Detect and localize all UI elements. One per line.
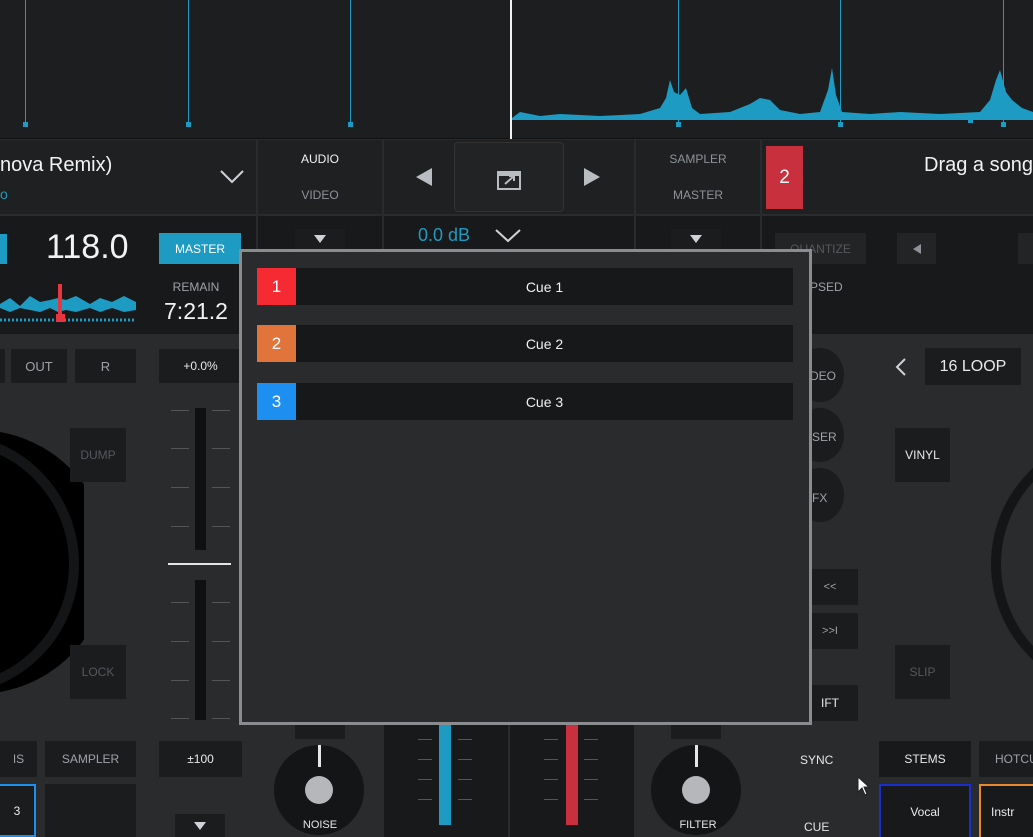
mouse-cursor-icon bbox=[857, 776, 871, 796]
prev-arrow-icon[interactable] bbox=[416, 168, 432, 186]
cue-label: Cue 3 bbox=[525, 393, 564, 410]
triangle-down-icon bbox=[194, 821, 206, 830]
channel-2-fader[interactable] bbox=[510, 725, 634, 837]
out-button[interactable]: OUT bbox=[11, 349, 67, 383]
next-arrow-icon[interactable] bbox=[584, 168, 600, 186]
triangle-down-icon bbox=[690, 235, 702, 243]
sampler-button[interactable]: SAMPLER bbox=[45, 741, 136, 777]
center-transport bbox=[384, 140, 634, 214]
deck-right-header: 2 Drag a song bbox=[762, 140, 1033, 214]
video-circle-label: DEO bbox=[810, 369, 837, 383]
audio-tab[interactable]: AUDIO bbox=[258, 152, 382, 166]
channel-1-fader[interactable] bbox=[384, 725, 508, 837]
cue-number-badge: 1 bbox=[257, 268, 296, 305]
bottom-left-collapse[interactable] bbox=[175, 814, 225, 837]
cue-number-badge: 2 bbox=[257, 325, 296, 362]
pad-4[interactable] bbox=[45, 784, 136, 837]
in-button[interactable] bbox=[0, 349, 5, 383]
remain-time: 7:21.2 bbox=[164, 298, 228, 324]
deck-left-info: 118.0 MASTER REMAIN 7:21.2 bbox=[0, 216, 256, 334]
next-button[interactable] bbox=[1018, 233, 1033, 264]
filter-label: FILTER bbox=[679, 819, 717, 831]
channel-1-level bbox=[439, 725, 451, 825]
cue-row[interactable]: 3 Cue 3 bbox=[257, 383, 793, 420]
stem-pad-instrumental[interactable]: Instr bbox=[979, 784, 1033, 837]
sync-button[interactable]: SYNC bbox=[800, 753, 833, 767]
playhead[interactable] bbox=[510, 0, 512, 139]
pitch-fader-handle[interactable] bbox=[168, 563, 231, 565]
window-swap-icon bbox=[497, 171, 521, 190]
noise-label: NOISE bbox=[302, 819, 338, 831]
hotcue-tab[interactable]: HOTCU bbox=[979, 741, 1033, 777]
remain-label: REMAIN bbox=[172, 280, 220, 294]
waveform-shape bbox=[512, 68, 1033, 120]
cue-label: Cue 2 bbox=[525, 335, 564, 352]
pitch-range-button[interactable]: ±100 bbox=[159, 741, 242, 777]
gain-strip: 0.0 dB bbox=[384, 216, 634, 249]
bpm-display: 118.0 bbox=[46, 228, 129, 266]
collapse-left-button[interactable] bbox=[295, 229, 345, 249]
filter-section: FILTER bbox=[636, 725, 760, 837]
chevron-down-icon[interactable] bbox=[220, 170, 244, 184]
master-button[interactable]: MASTER bbox=[159, 233, 241, 264]
cue-label: Cue 1 bbox=[525, 278, 564, 295]
chevron-left-icon[interactable] bbox=[895, 358, 907, 376]
channel-2-level bbox=[566, 725, 578, 825]
noise-section: NOISE bbox=[258, 725, 382, 837]
loop-size-button[interactable]: 16 LOOP bbox=[925, 348, 1021, 385]
dump-button[interactable]: DUMP bbox=[70, 428, 126, 482]
swap-window-button[interactable] bbox=[454, 142, 564, 212]
track-artist: o bbox=[0, 186, 8, 202]
noise-collapse-button[interactable] bbox=[295, 725, 345, 739]
cue-number-badge: 3 bbox=[257, 383, 296, 420]
triangle-left-icon bbox=[912, 243, 921, 254]
fx-circle-label: FX bbox=[812, 491, 828, 505]
stems-button[interactable]: IS bbox=[0, 741, 37, 777]
prev-button[interactable] bbox=[897, 233, 936, 264]
cue-row[interactable]: 2 Cue 2 bbox=[257, 325, 793, 362]
stems-tab[interactable]: STEMS bbox=[879, 741, 971, 777]
pitch-value[interactable]: +0.0% bbox=[159, 349, 242, 383]
deck-number-badge: 2 bbox=[766, 146, 803, 209]
jog-wheel-right[interactable] bbox=[940, 426, 1033, 706]
waveform-overview[interactable] bbox=[0, 0, 1033, 139]
pad-3[interactable]: 3 bbox=[0, 784, 36, 837]
master-tab[interactable]: MASTER bbox=[636, 188, 760, 202]
filter-collapse-button[interactable] bbox=[671, 725, 721, 739]
chevron-down-icon[interactable] bbox=[495, 229, 521, 243]
laser-circle-label: SER bbox=[812, 430, 837, 444]
deck-left-header: nova Remix) o bbox=[0, 140, 256, 214]
center-left-strip bbox=[258, 216, 382, 249]
deck-left-controls: OUT R +0.0% DUMP LOCK IS SAMPLER ±100 3 bbox=[0, 336, 256, 837]
audio-video-toggle: AUDIO VIDEO bbox=[258, 140, 382, 214]
sampler-master-toggle: SAMPLER MASTER bbox=[636, 140, 760, 214]
cue-button[interactable]: CUE bbox=[804, 820, 829, 834]
mini-waveform[interactable] bbox=[0, 284, 136, 324]
video-tab[interactable]: VIDEO bbox=[258, 188, 382, 202]
drag-song-hint: Drag a song bbox=[924, 154, 1033, 176]
tempo-indicator bbox=[0, 234, 7, 264]
cue-points-modal: 1 Cue 1 2 Cue 2 3 Cue 3 bbox=[239, 249, 812, 725]
lock-button[interactable]: LOCK bbox=[70, 645, 126, 699]
reloop-button[interactable]: R bbox=[75, 349, 136, 383]
track-title: nova Remix) bbox=[0, 154, 113, 176]
collapse-right-button[interactable] bbox=[671, 229, 721, 249]
pitch-fader[interactable] bbox=[159, 396, 242, 726]
center-right-strip bbox=[636, 216, 760, 249]
triangle-down-icon bbox=[314, 235, 326, 243]
gain-value[interactable]: 0.0 dB bbox=[418, 225, 470, 246]
cue-row[interactable]: 1 Cue 1 bbox=[257, 268, 793, 305]
stem-pad-vocal[interactable]: Vocal bbox=[879, 784, 971, 837]
sampler-tab[interactable]: SAMPLER bbox=[636, 152, 760, 166]
